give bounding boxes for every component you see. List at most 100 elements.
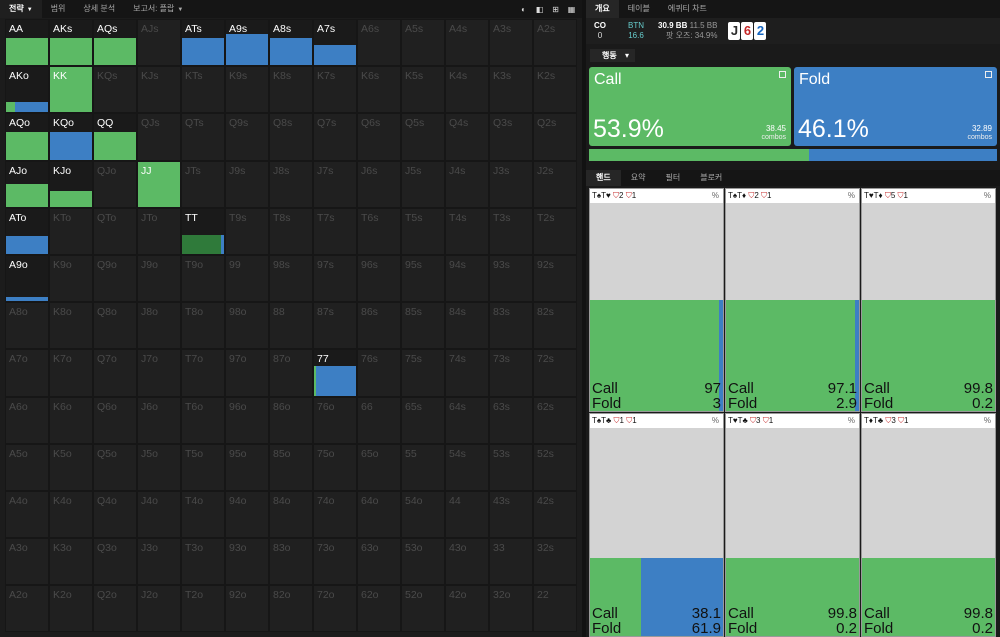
hand-cell[interactable]: K3s [489, 66, 533, 114]
hand-tab[interactable]: 블로커 [690, 170, 732, 186]
hand-cell[interactable]: 73o [313, 538, 357, 586]
hand-cell[interactable]: 84s [445, 302, 489, 350]
combo-cell[interactable]: T♥T♣ ⛉3 ⛉1% Call 99.8 Fold 0.2 [725, 413, 860, 637]
hand-cell[interactable]: T9o [181, 254, 225, 303]
hand-cell[interactable]: K3o [49, 538, 93, 586]
hand-cell[interactable]: AQo [5, 113, 49, 161]
hand-cell[interactable]: J4o [137, 490, 181, 539]
hand-cell[interactable]: 75o [313, 443, 357, 491]
percent-icon[interactable]: % [848, 414, 855, 428]
hand-cell[interactable]: 82o [269, 585, 313, 633]
hand-cell[interactable]: J7o [137, 349, 181, 397]
hand-cell[interactable]: 33 [489, 538, 533, 586]
percent-icon[interactable]: % [848, 189, 855, 203]
grid-view-icon[interactable]: ⊞ [551, 5, 560, 14]
hand-cell[interactable]: 54o [401, 490, 445, 539]
hand-cell[interactable]: 63o [357, 538, 401, 586]
hand-cell[interactable]: Q6s [357, 113, 401, 161]
hand-cell[interactable]: KK [49, 66, 93, 114]
hand-cell[interactable]: JTo [137, 207, 181, 255]
hand-cell[interactable]: 76s [357, 349, 401, 397]
hand-cell[interactable]: KQs [93, 66, 137, 114]
hand-cell[interactable]: 72s [533, 349, 577, 397]
hand-cell[interactable]: 87o [269, 349, 313, 397]
hand-cell[interactable]: J3o [137, 538, 181, 586]
hand-cell[interactable]: K4s [445, 66, 489, 114]
hand-cell[interactable]: A2o [5, 585, 49, 633]
hand-cell[interactable]: Q5o [93, 443, 137, 491]
hand-tab[interactable]: 핸드 [586, 170, 621, 186]
hand-cell[interactable]: T6s [357, 207, 401, 255]
hand-cell[interactable]: 98s [269, 254, 313, 303]
hand-cell[interactable]: T3o [181, 538, 225, 586]
hand-cell[interactable]: J2s [533, 160, 577, 208]
hand-cell[interactable]: 64o [357, 490, 401, 539]
hand-cell[interactable]: 88 [269, 302, 313, 350]
hand-cell[interactable]: 73s [489, 349, 533, 397]
hand-cell[interactable]: K5s [401, 66, 445, 114]
hand-cell[interactable]: K7s [313, 66, 357, 114]
hand-cell[interactable]: 95o [225, 443, 269, 491]
hand-cell[interactable]: K5o [49, 443, 93, 491]
hand-cell[interactable]: T7s [313, 207, 357, 255]
hand-cell[interactable]: Q7o [93, 349, 137, 397]
hand-cell[interactable]: J4s [445, 160, 489, 208]
hand-cell[interactable]: J7s [313, 160, 357, 208]
hand-cell[interactable]: 84o [269, 490, 313, 539]
hand-cell[interactable]: 22 [533, 585, 577, 633]
hand-cell[interactable]: T3s [489, 207, 533, 255]
combo-cell[interactable]: T♠T♣ ⛉1 ⛉1% Call 38.1 Fold 61.9 [589, 413, 724, 637]
hand-cell[interactable]: 72o [313, 585, 357, 633]
expand-icon[interactable] [779, 71, 786, 78]
hand-cell[interactable]: 95s [401, 254, 445, 303]
hand-cell[interactable]: Q5s [401, 113, 445, 161]
hand-cell[interactable]: K7o [49, 349, 93, 397]
hand-cell[interactable]: 77 [313, 349, 357, 397]
hand-cell[interactable]: 65o [357, 443, 401, 491]
hand-cell[interactable]: A9s [225, 19, 269, 67]
hand-cell[interactable]: A2s [533, 19, 577, 67]
hand-cell[interactable]: T8o [181, 302, 225, 350]
hand-cell[interactable]: 63s [489, 396, 533, 444]
hand-cell[interactable]: T5o [181, 443, 225, 491]
hand-cell[interactable]: A6s [357, 19, 401, 67]
hand-cell[interactable]: Q8s [269, 113, 313, 161]
overview-tab[interactable]: 개요 [586, 0, 619, 18]
hand-cell[interactable]: K9o [49, 254, 93, 303]
nav-tab[interactable]: 상세 분석 [74, 0, 124, 18]
hand-cell[interactable]: K6o [49, 396, 93, 444]
hand-cell[interactable]: ATo [5, 207, 49, 255]
hand-cell[interactable]: J5o [137, 443, 181, 491]
hand-cell[interactable]: Q4s [445, 113, 489, 161]
hand-cell[interactable]: QTs [181, 113, 225, 161]
expand-icon[interactable] [985, 71, 992, 78]
hand-cell[interactable]: 54s [445, 443, 489, 491]
hand-cell[interactable]: A9o [5, 254, 49, 303]
hand-cell[interactable]: Q3o [93, 538, 137, 586]
hand-cell[interactable]: JTs [181, 160, 225, 208]
hand-cell[interactable]: QQ [93, 113, 137, 161]
hand-cell[interactable]: T2s [533, 207, 577, 255]
hand-cell[interactable]: A4o [5, 490, 49, 539]
hand-cell[interactable]: 83o [269, 538, 313, 586]
hand-cell[interactable]: T7o [181, 349, 225, 397]
hand-cell[interactable]: 44 [445, 490, 489, 539]
nav-tab[interactable]: 범위 [42, 0, 75, 18]
percent-icon[interactable]: % [712, 414, 719, 428]
hand-cell[interactable]: 32s [533, 538, 577, 586]
combo-cell[interactable]: T♦T♣ ⛉3 ⛉1% Call 99.8 Fold 0.2 [861, 413, 996, 637]
hand-cell[interactable]: Q9s [225, 113, 269, 161]
hand-cell[interactable]: AKs [49, 19, 93, 67]
hand-cell[interactable]: KJs [137, 66, 181, 114]
hand-cell[interactable]: 42s [533, 490, 577, 539]
hand-cell[interactable]: 32o [489, 585, 533, 633]
hand-cell[interactable]: 94s [445, 254, 489, 303]
hand-cell[interactable]: 86o [269, 396, 313, 444]
hand-cell[interactable]: 96o [225, 396, 269, 444]
hand-tab[interactable]: 요약 [621, 170, 656, 186]
hand-cell[interactable]: 53o [401, 538, 445, 586]
hand-cell[interactable]: A8s [269, 19, 313, 67]
tile-view-icon[interactable]: ▦ [567, 5, 576, 14]
hand-cell[interactable]: 86s [357, 302, 401, 350]
hand-cell[interactable]: 87s [313, 302, 357, 350]
